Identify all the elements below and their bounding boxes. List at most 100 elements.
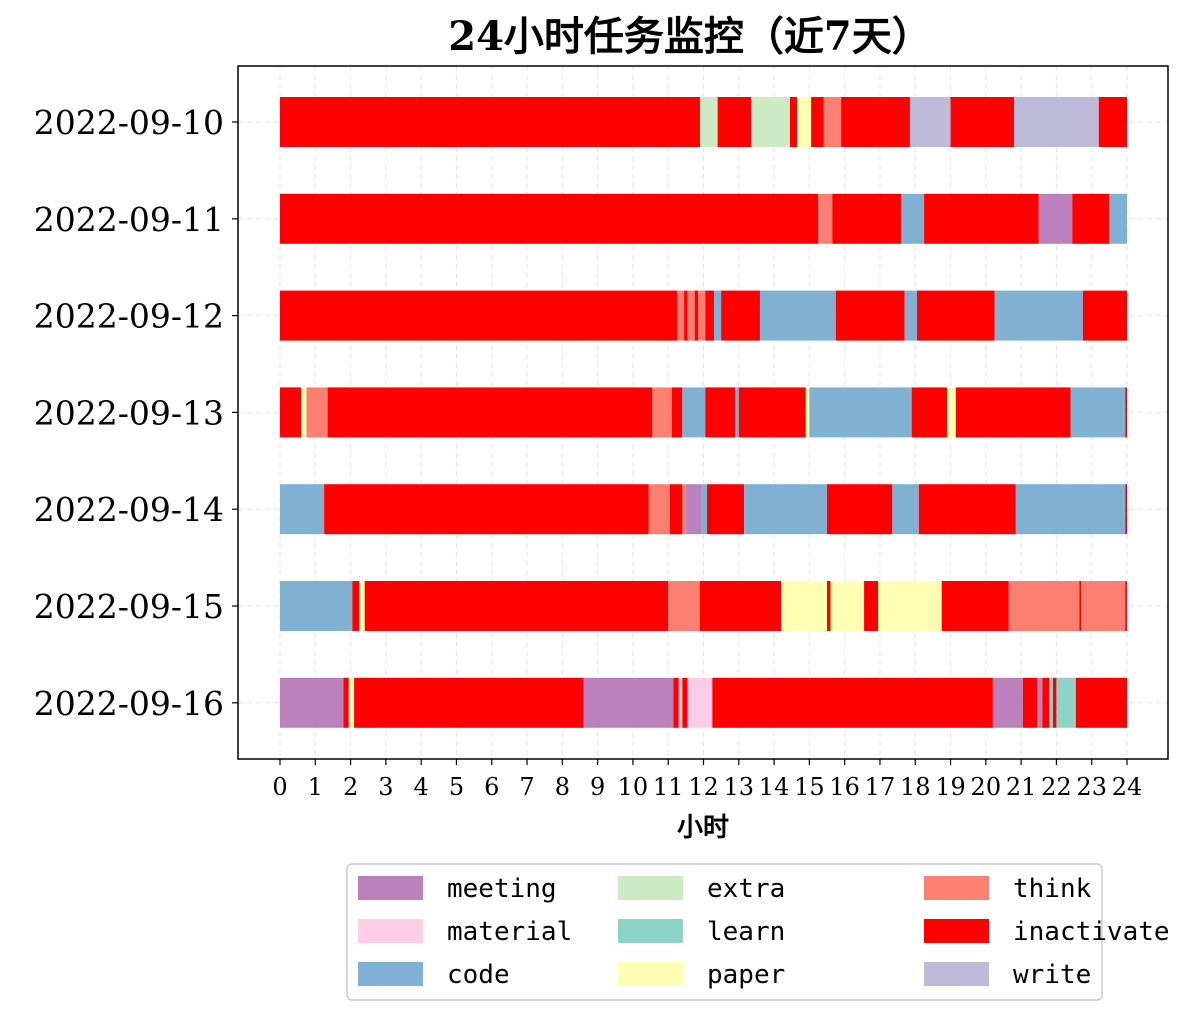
- bar-segment-code: [280, 484, 325, 535]
- bar-segment-paper: [781, 581, 828, 631]
- bar-segment-think: [1081, 581, 1126, 631]
- bar-segment-think: [1008, 581, 1080, 631]
- bar-segment-inactivate: [924, 193, 1039, 244]
- bar-segment-think: [682, 484, 686, 535]
- x-tick-label: 10: [618, 773, 649, 801]
- y-tick-label: 2022-09-11: [34, 200, 224, 239]
- bar-segment-learn: [1049, 677, 1053, 728]
- bar-segment-inactivate: [941, 581, 1009, 631]
- legend-swatch-meeting: [358, 876, 423, 900]
- bar-segment-paper: [797, 97, 812, 147]
- bar-segment-code: [1070, 387, 1126, 438]
- x-tick-label: 3: [378, 773, 393, 801]
- bar-segment-inactivate: [917, 290, 995, 341]
- bar-segment-inactivate: [911, 387, 948, 438]
- bar-segment-meeting: [583, 677, 674, 728]
- chart-title: 24小时任务监控（近7天）: [448, 13, 932, 60]
- bar-segment-meeting: [1038, 193, 1073, 244]
- bar-segment-write: [909, 97, 951, 147]
- bar-segment-inactivate: [721, 290, 760, 341]
- bar-segment-paper: [359, 581, 365, 631]
- legend-swatch-inactivate: [924, 919, 989, 943]
- bar-segment-inactivate: [1052, 677, 1057, 728]
- x-tick-label: 4: [414, 773, 429, 801]
- bar-segment-paper: [947, 387, 956, 438]
- x-tick-label: 23: [1076, 773, 1107, 801]
- bar-segment-inactivate: [682, 677, 688, 728]
- legend-label-paper: paper: [707, 960, 785, 990]
- bar-segment-inactivate: [738, 387, 806, 438]
- legend-label-code: code: [447, 960, 510, 990]
- bar-segment-inactivate: [671, 387, 683, 438]
- bar-segment-inactivate: [707, 484, 745, 535]
- bar-segment-think: [648, 484, 670, 535]
- x-tick-label: 19: [935, 773, 966, 801]
- bar-segment-inactivate: [864, 581, 879, 631]
- bar-segment-inactivate: [684, 290, 688, 341]
- bar-segment-inactivate: [1079, 581, 1082, 631]
- bar-segment-inactivate: [811, 97, 824, 147]
- bar-segment-inactivate: [694, 290, 699, 341]
- bar-segment-code: [744, 484, 828, 535]
- bar-segment-think: [668, 581, 700, 631]
- bar-segment-inactivate: [1125, 387, 1127, 438]
- bar-segment-paper: [301, 387, 307, 438]
- legend-swatch-paper: [618, 962, 683, 986]
- bar-segment-inactivate: [712, 677, 993, 728]
- bar-segment-inactivate: [1075, 677, 1127, 728]
- bar-segment-inactivate: [705, 387, 736, 438]
- x-tick-label: 9: [590, 773, 605, 801]
- x-tick-label: 1: [308, 773, 323, 801]
- bar-segment-write: [1014, 97, 1099, 147]
- bar-segment-inactivate: [1022, 677, 1038, 728]
- x-axis-label: 小时: [677, 813, 729, 843]
- x-tick-label: 12: [688, 773, 719, 801]
- bar-segment-think: [652, 387, 672, 438]
- legend: meeting material code extra learn paper think i…: [346, 863, 1170, 1001]
- y-tick-label: 2022-09-15: [34, 587, 224, 626]
- x-tick-label: 14: [759, 773, 790, 801]
- x-tick-label: 16: [829, 773, 860, 801]
- bar-segment-inactivate: [950, 97, 1015, 147]
- bar-segment-inactivate: [324, 484, 649, 535]
- legend-swatch-think: [924, 876, 989, 900]
- bar-segment-inactivate: [1042, 677, 1050, 728]
- bar-segment-code: [1109, 193, 1127, 244]
- bar-segment-code: [759, 290, 836, 341]
- bar-segment-inactivate: [352, 581, 360, 631]
- bar-segment-inactivate: [1125, 484, 1127, 535]
- bar-segment-inactivate: [1072, 193, 1110, 244]
- x-tick-label: 18: [900, 773, 931, 801]
- x-tick-label: 21: [1006, 773, 1037, 801]
- legend-swatch-code: [358, 962, 423, 986]
- bar-segment-inactivate: [343, 677, 349, 728]
- bar-segment-inactivate: [280, 193, 819, 244]
- bar-segment-inactivate: [835, 290, 905, 341]
- bar-segment-paper: [878, 581, 942, 631]
- bar-segment-code: [892, 484, 919, 535]
- x-tick-label: 6: [484, 773, 499, 801]
- x-tick-label: 24: [1112, 773, 1143, 801]
- bar-segment-material: [687, 677, 713, 728]
- bar-segment-inactivate: [280, 97, 700, 147]
- legend-label-think: think: [1013, 874, 1092, 904]
- bar-segment-code: [701, 484, 708, 535]
- bar-segment-extra: [699, 97, 718, 147]
- bar-segment-inactivate: [280, 387, 302, 438]
- legend-label-material: material: [447, 917, 572, 947]
- legend-label-inactivate: inactivate: [1013, 917, 1170, 947]
- bar-segment-paper: [830, 581, 865, 631]
- bar-segment-inactivate: [364, 581, 669, 631]
- x-tick-label: 2: [343, 773, 358, 801]
- bar-segment-paper: [348, 677, 355, 728]
- bar-segment-paper: [805, 387, 810, 438]
- bar-segment-material: [678, 677, 683, 728]
- bar-segment-inactivate: [705, 290, 715, 341]
- bar-segment-inactivate: [832, 193, 902, 244]
- bar-segment-inactivate: [918, 484, 1016, 535]
- legend-label-extra: extra: [707, 874, 785, 904]
- bar-segment-inactivate: [841, 97, 910, 147]
- bar-segment-inactivate: [789, 97, 798, 147]
- x-tick-label: 8: [555, 773, 570, 801]
- y-tick-label: 2022-09-12: [34, 297, 224, 336]
